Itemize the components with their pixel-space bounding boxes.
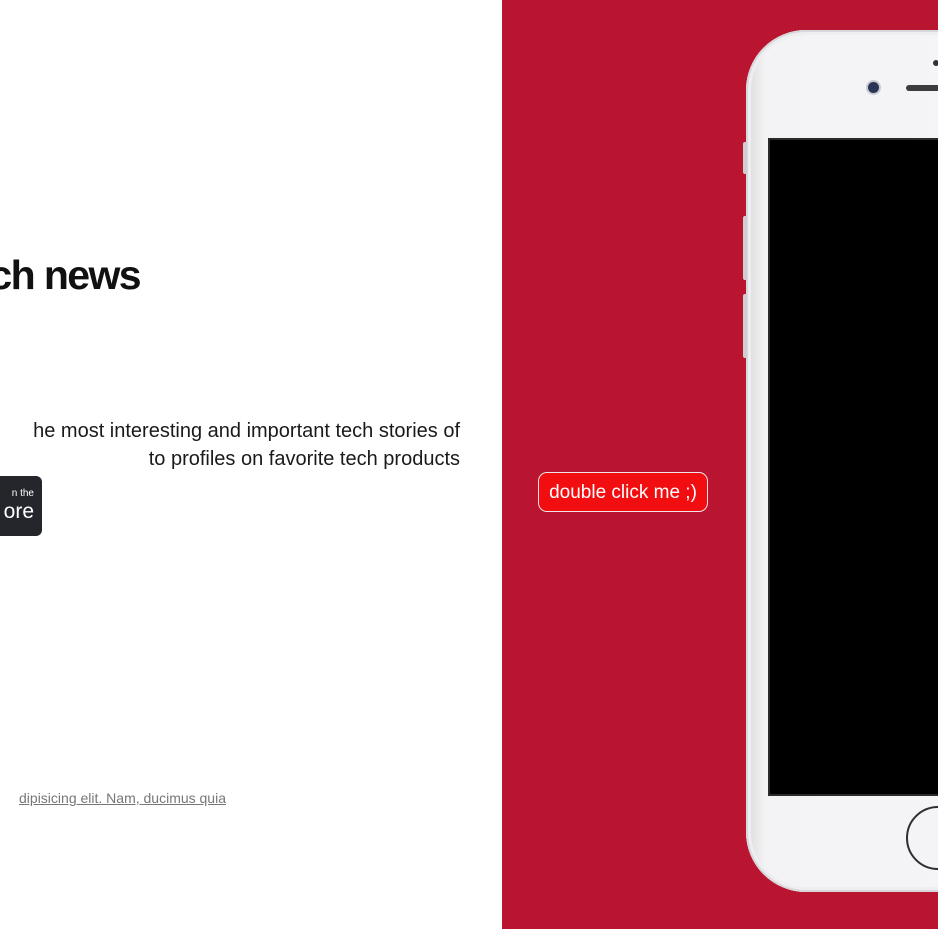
phone-front-camera: [868, 82, 879, 93]
page: ch news he most interesting and importan…: [0, 0, 938, 929]
showcase-panel: double click me ;): [502, 0, 938, 929]
phone-earpiece: [906, 85, 938, 91]
phone-volume-down: [743, 294, 747, 358]
app-store-badge-small-text: n the: [11, 488, 34, 499]
app-store-badge[interactable]: n the ore: [0, 476, 42, 536]
app-store-badge-big-text: ore: [3, 500, 34, 523]
phone-mockup-icon: [743, 30, 938, 892]
phone-mute-switch: [743, 142, 747, 174]
phone-home-button: [906, 806, 938, 870]
hero-section: ch news he most interesting and importan…: [0, 0, 502, 929]
double-click-button[interactable]: double click me ;): [538, 472, 708, 512]
phone-sensor: [933, 60, 938, 66]
phone-screen: [768, 138, 938, 796]
footer-link[interactable]: dipisicing elit. Nam, ducimus quia: [0, 790, 226, 806]
hero-description-line-1: he most interesting and important tech s…: [33, 420, 460, 442]
hero-description-line-2: to profiles on favorite tech products: [148, 448, 460, 470]
phone-volume-up: [743, 216, 747, 280]
hero-description: he most interesting and important tech s…: [0, 417, 460, 473]
hero-headline: ch news: [0, 252, 142, 298]
